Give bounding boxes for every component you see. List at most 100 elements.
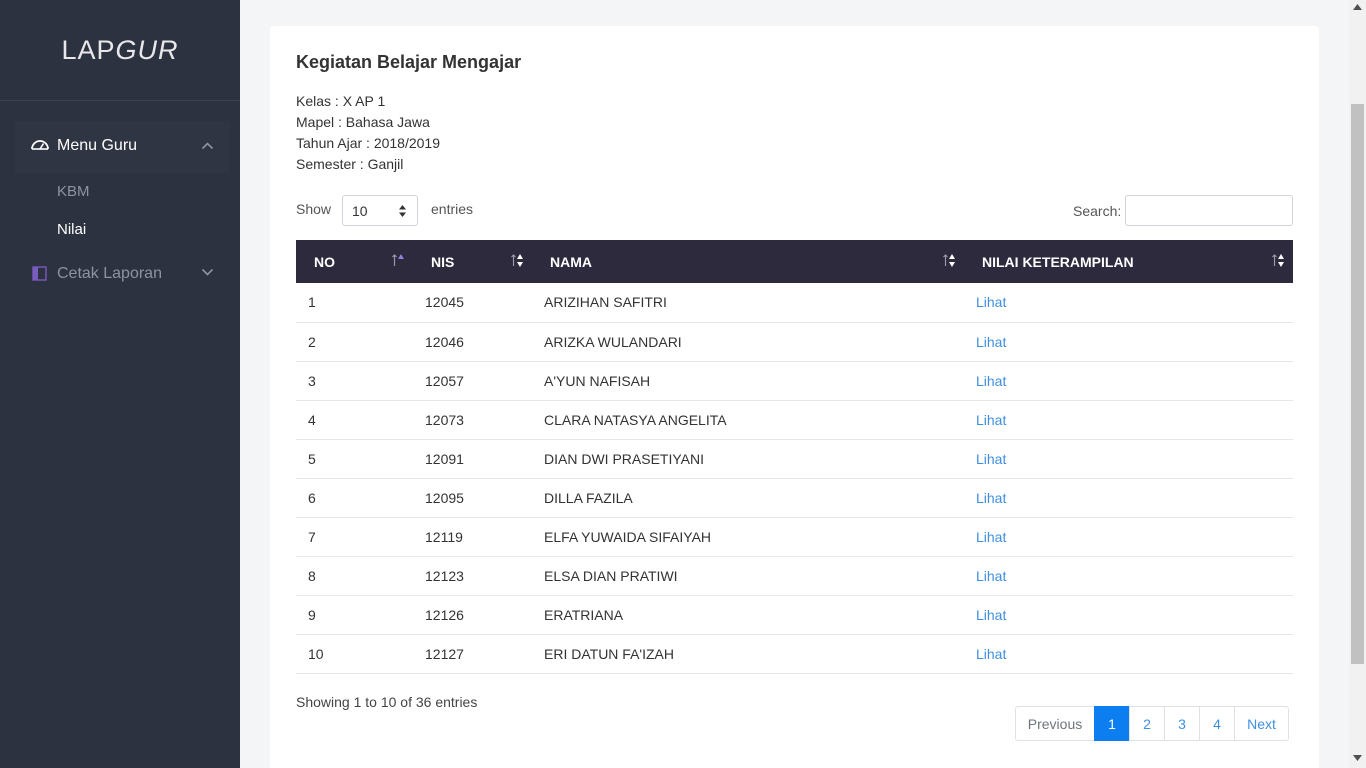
sidebar-item-kbm[interactable]: KBM (57, 183, 90, 200)
cell-nilai-keterampilan: Lihat (964, 478, 1293, 517)
sidebar-menu-guru[interactable]: Menu Guru (15, 121, 230, 173)
column-header-label: NILAI KETERAMPILAN (982, 253, 1134, 270)
cell-nama: ELSA DIAN PRATIWI (544, 567, 678, 584)
cell-nis: 12123 (425, 567, 464, 584)
column-header-label: NAMA (550, 253, 592, 270)
lihat-link[interactable]: Lihat (976, 412, 1006, 428)
lihat-link[interactable]: Lihat (976, 451, 1006, 467)
cell-nilai-keterampilan: Lihat (964, 517, 1293, 556)
page-scrollbar[interactable] (1349, 0, 1366, 768)
cell-nis: 12046 (425, 333, 464, 350)
table-row: 5 12091 DIAN DWI PRASETIYANI Lihat (296, 439, 1293, 478)
table-row: 4 12073 CLARA NATASYA ANGELITA Lihat (296, 400, 1293, 439)
lihat-link[interactable]: Lihat (976, 294, 1006, 310)
table-row: 8 12123 ELSA DIAN PRATIWI Lihat (296, 556, 1293, 595)
brand-part2: GUR (115, 34, 179, 65)
page-3-button[interactable]: 3 (1164, 706, 1200, 741)
cell-no: 7 (308, 528, 316, 545)
students-table: NO NIS NAMA NILAI KETERAMPILAN 1 12045 A… (296, 240, 1293, 674)
scrollbar-thumb[interactable] (1351, 104, 1364, 664)
cell-nis: 12127 (425, 645, 464, 662)
sidebar-menu-cetak-laporan-label: Cetak Laporan (57, 265, 162, 282)
page-4-button[interactable]: 4 (1199, 706, 1235, 741)
column-header-nis[interactable]: NIS (413, 240, 532, 283)
scroll-up-arrow-icon[interactable] (1353, 4, 1362, 10)
sort-icon (511, 254, 523, 267)
info-mapel: Mapel : Bahasa Jawa (296, 114, 430, 130)
main-card: Kegiatan Belajar Mengajar Kelas : X AP 1… (270, 26, 1319, 768)
cell-nama: CLARA NATASYA ANGELITA (544, 411, 727, 428)
cell-nilai-keterampilan: Lihat (964, 556, 1293, 595)
cell-nis: 12057 (425, 372, 464, 389)
cell-nilai-keterampilan: Lihat (964, 400, 1293, 439)
sidebar-item-nilai[interactable]: Nilai (57, 221, 86, 238)
info-tahun-ajar: Tahun Ajar : 2018/2019 (296, 135, 441, 151)
cell-nama: ERI DATUN FA'IZAH (544, 645, 674, 662)
select-arrows-icon (399, 205, 406, 217)
sidebar-menu-cetak-laporan[interactable]: Cetak Laporan (15, 254, 230, 294)
cell-nilai-keterampilan: Lihat (964, 361, 1293, 400)
next-button[interactable]: Next (1234, 706, 1289, 741)
lihat-link[interactable]: Lihat (976, 334, 1006, 350)
cell-nama: ARIZIHAN SAFITRI (544, 294, 667, 311)
cell-nis: 12091 (425, 450, 464, 467)
cell-no: 5 (308, 450, 316, 467)
sidebar: LAP GUR Menu Guru KBM Nilai Cetak Laporan (0, 0, 240, 768)
table-row: 3 12057 A'YUN NAFISAH Lihat (296, 361, 1293, 400)
previous-button[interactable]: Previous (1015, 706, 1095, 741)
search-input[interactable] (1125, 195, 1293, 226)
cell-nama: A'YUN NAFISAH (544, 372, 651, 389)
show-label: Show (296, 201, 332, 217)
cell-no: 6 (308, 489, 316, 506)
page-title: Kegiatan Belajar Mengajar (296, 52, 522, 72)
cell-nama: ARIZKA WULANDARI (544, 333, 682, 350)
cell-nama: ELFA YUWAIDA SIFAIYAH (544, 528, 712, 545)
cell-nilai-keterampilan: Lihat (964, 595, 1293, 634)
book-icon (32, 266, 47, 281)
table-row: 7 12119 ELFA YUWAIDA SIFAIYAH Lihat (296, 517, 1293, 556)
entries-select[interactable]: 10 (342, 195, 418, 226)
cell-nama: ERATRIANA (544, 606, 624, 623)
cell-nilai-keterampilan: Lihat (964, 322, 1293, 361)
column-header-nilai-keterampilan[interactable]: NILAI KETERAMPILAN (964, 240, 1293, 283)
column-header-nama[interactable]: NAMA (532, 240, 964, 283)
lihat-link[interactable]: Lihat (976, 607, 1006, 623)
cell-no: 9 (308, 606, 316, 623)
cell-nilai-keterampilan: Lihat (964, 283, 1293, 322)
page-1-button[interactable]: 1 (1094, 706, 1130, 741)
page-2-button[interactable]: 2 (1129, 706, 1165, 741)
chevron-up-icon (201, 142, 214, 150)
brand-part1: LAP (61, 34, 116, 65)
lihat-link[interactable]: Lihat (976, 568, 1006, 584)
dashboard-icon (31, 140, 49, 150)
sort-icon (943, 254, 955, 267)
entries-select-value: 10 (352, 203, 368, 219)
cell-nama: DIAN DWI PRASETIYANI (544, 450, 704, 467)
scroll-down-arrow-icon[interactable] (1353, 755, 1362, 761)
sidebar-menu-guru-label: Menu Guru (57, 137, 138, 154)
cell-nis: 12119 (425, 528, 463, 545)
pagination: Previous 1 2 3 4 Next (1015, 706, 1289, 741)
info-semester: Semester : Ganjil (296, 156, 404, 172)
cell-nis: 12095 (425, 489, 464, 506)
column-header-label: NO (314, 253, 335, 270)
lihat-link[interactable]: Lihat (976, 490, 1006, 506)
cell-no: 3 (308, 372, 316, 389)
column-header-no[interactable]: NO (296, 240, 413, 283)
cell-no: 10 (308, 645, 324, 662)
info-kelas: Kelas : X AP 1 (296, 93, 386, 109)
cell-nilai-keterampilan: Lihat (964, 634, 1293, 673)
brand-logo[interactable]: LAP GUR (0, 0, 240, 101)
cell-no: 8 (308, 567, 316, 584)
cell-nis: 12045 (425, 294, 464, 311)
table-row: 2 12046 ARIZKA WULANDARI Lihat (296, 322, 1293, 361)
lihat-link[interactable]: Lihat (976, 373, 1006, 389)
table-row: 9 12126 ERATRIANA Lihat (296, 595, 1293, 634)
lihat-link[interactable]: Lihat (976, 529, 1006, 545)
sort-asc-icon (392, 254, 404, 266)
lihat-link[interactable]: Lihat (976, 646, 1006, 662)
table-row: 10 12127 ERI DATUN FA'IZAH Lihat (296, 634, 1293, 673)
entries-label: entries (431, 201, 474, 217)
sort-icon (1272, 254, 1284, 267)
cell-nilai-keterampilan: Lihat (964, 439, 1293, 478)
